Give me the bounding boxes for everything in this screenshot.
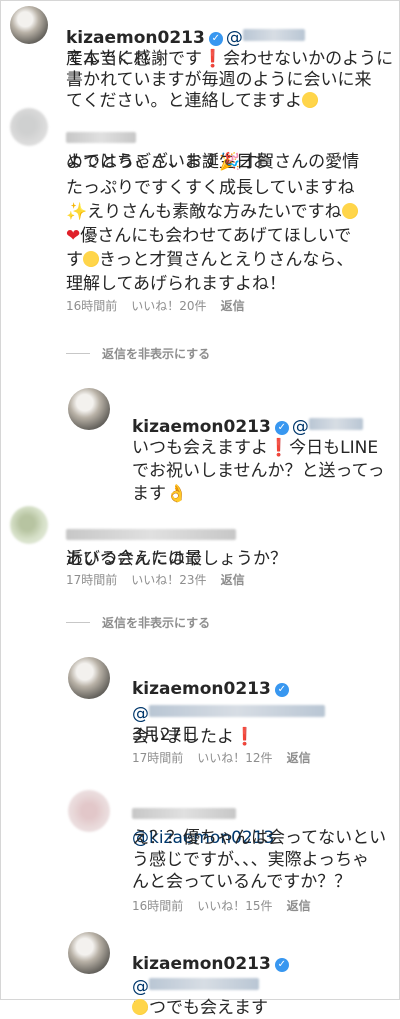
reply-button[interactable]: 返信 [287, 749, 311, 766]
comment-meta: 17時間前 いいね！23件 返信 [66, 571, 245, 588]
hide-replies-label: 返信を非表示にする [102, 616, 211, 630]
comment-1-text-4: てください。と連絡してますよ [66, 91, 303, 111]
grinning-sweat-icon [132, 999, 148, 1015]
avatar[interactable] [10, 108, 48, 146]
comment-1-line4: てください。と連絡してますよ [66, 70, 396, 112]
reply-2-text-2: 会いましたよ [132, 727, 234, 747]
reply-button[interactable]: 返信 [221, 297, 245, 314]
avatar[interactable] [10, 506, 48, 544]
comment-2-line7: 理解してあげられますよね！ [66, 253, 396, 295]
avatar[interactable] [68, 388, 110, 430]
comment-meta: 16時間前 いいね！15件 返信 [132, 897, 311, 914]
timestamp: 17時間前 [132, 751, 184, 765]
reply-1-line3: ます👌 [132, 463, 396, 505]
likes-count[interactable]: いいね！15件 [197, 897, 272, 914]
likes-count[interactable]: いいね！12件 [197, 749, 272, 766]
comment-meta: 17時間前 いいね！12件 返信 [132, 749, 311, 766]
avatar[interactable] [68, 932, 110, 974]
avatar[interactable] [68, 790, 110, 832]
divider [66, 353, 90, 354]
exclamation-icon: ❗ [234, 727, 256, 747]
hide-replies-toggle[interactable]: 返信を非表示にする [66, 614, 210, 631]
timestamp: 16時間前 [132, 899, 184, 913]
comment-4-line2: 近いつ会えたのでしょうか？ [66, 528, 396, 570]
reply-3-text-3: んと会っているんですか？？ [132, 872, 352, 892]
timestamp: 17時間前 [66, 573, 118, 587]
comment-meta: 16時間前 いいね！20件 返信 [66, 297, 245, 314]
ok-hand-icon: 👌 [166, 484, 188, 504]
likes-count[interactable]: いいね！23件 [131, 571, 206, 588]
avatar[interactable] [68, 657, 110, 699]
hide-replies-toggle[interactable]: 返信を非表示にする [66, 345, 210, 362]
likes-count[interactable]: いいね！20件 [131, 297, 206, 314]
avatar[interactable] [10, 6, 48, 44]
reply-button[interactable]: 返信 [221, 571, 245, 588]
grinning-sweat-icon [302, 92, 319, 108]
reply-4-line2 [132, 977, 396, 1019]
comment-2-text-7: 理解してあげられますよね！ [66, 274, 286, 294]
comment-4-text-2: 近いつ会えたのでしょうか？ [66, 549, 287, 569]
timestamp: 16時間前 [66, 299, 118, 313]
divider [66, 622, 90, 623]
reply-2-line2: 会いましたよ❗ [132, 706, 396, 748]
reply-button[interactable]: 返信 [287, 897, 311, 914]
reply-1-text-3: ます [132, 484, 166, 504]
reply-3-line3: んと会っているんですか？？ [132, 851, 396, 893]
hide-replies-label: 返信を非表示にする [102, 347, 211, 361]
